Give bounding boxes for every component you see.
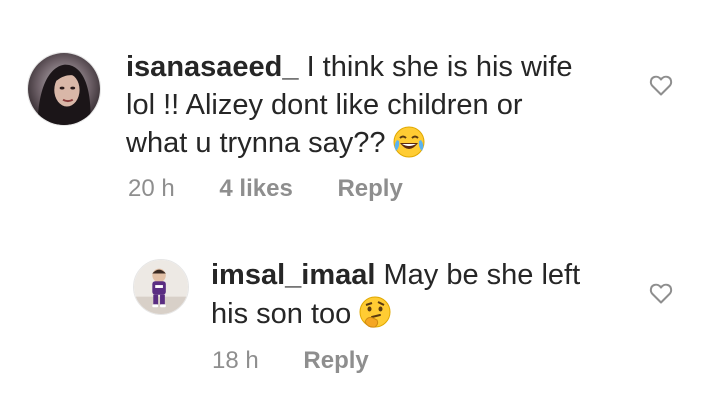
comment-time: 20 h — [128, 175, 175, 202]
laughing-tears-emoji-icon — [392, 125, 426, 169]
comment-body: imsal_imaal May be she left his son too — [211, 256, 631, 340]
avatar[interactable] — [133, 259, 189, 315]
comment-text-line: May be she left — [375, 259, 581, 291]
comment-text-line: I think she is his wife — [298, 51, 573, 83]
thinking-face-emoji-icon — [357, 294, 393, 340]
heart-outline-icon[interactable] — [649, 282, 673, 304]
comment-meta: 20 h 4 likes Reply — [128, 174, 403, 204]
comment-username[interactable]: isanasaeed_ — [126, 51, 299, 83]
comment-time: 18 h — [212, 347, 259, 374]
comment-body: isanasaeed_ I think she is his wife lol … — [126, 48, 626, 169]
reply-button[interactable]: Reply — [303, 346, 368, 376]
comment-text-line: what u trynna say?? — [126, 127, 386, 159]
comment-text-line: his son too — [211, 298, 352, 330]
heart-outline-icon[interactable] — [649, 74, 673, 96]
comment-meta: 18 h Reply — [212, 346, 369, 376]
comment-username[interactable]: imsal_imaal — [211, 259, 375, 291]
avatar[interactable] — [27, 52, 101, 126]
likes-count[interactable]: 4 likes — [219, 174, 292, 204]
reply-button[interactable]: Reply — [337, 174, 402, 204]
comment-text-line: lol !! Alizey dont like children or — [126, 89, 523, 121]
